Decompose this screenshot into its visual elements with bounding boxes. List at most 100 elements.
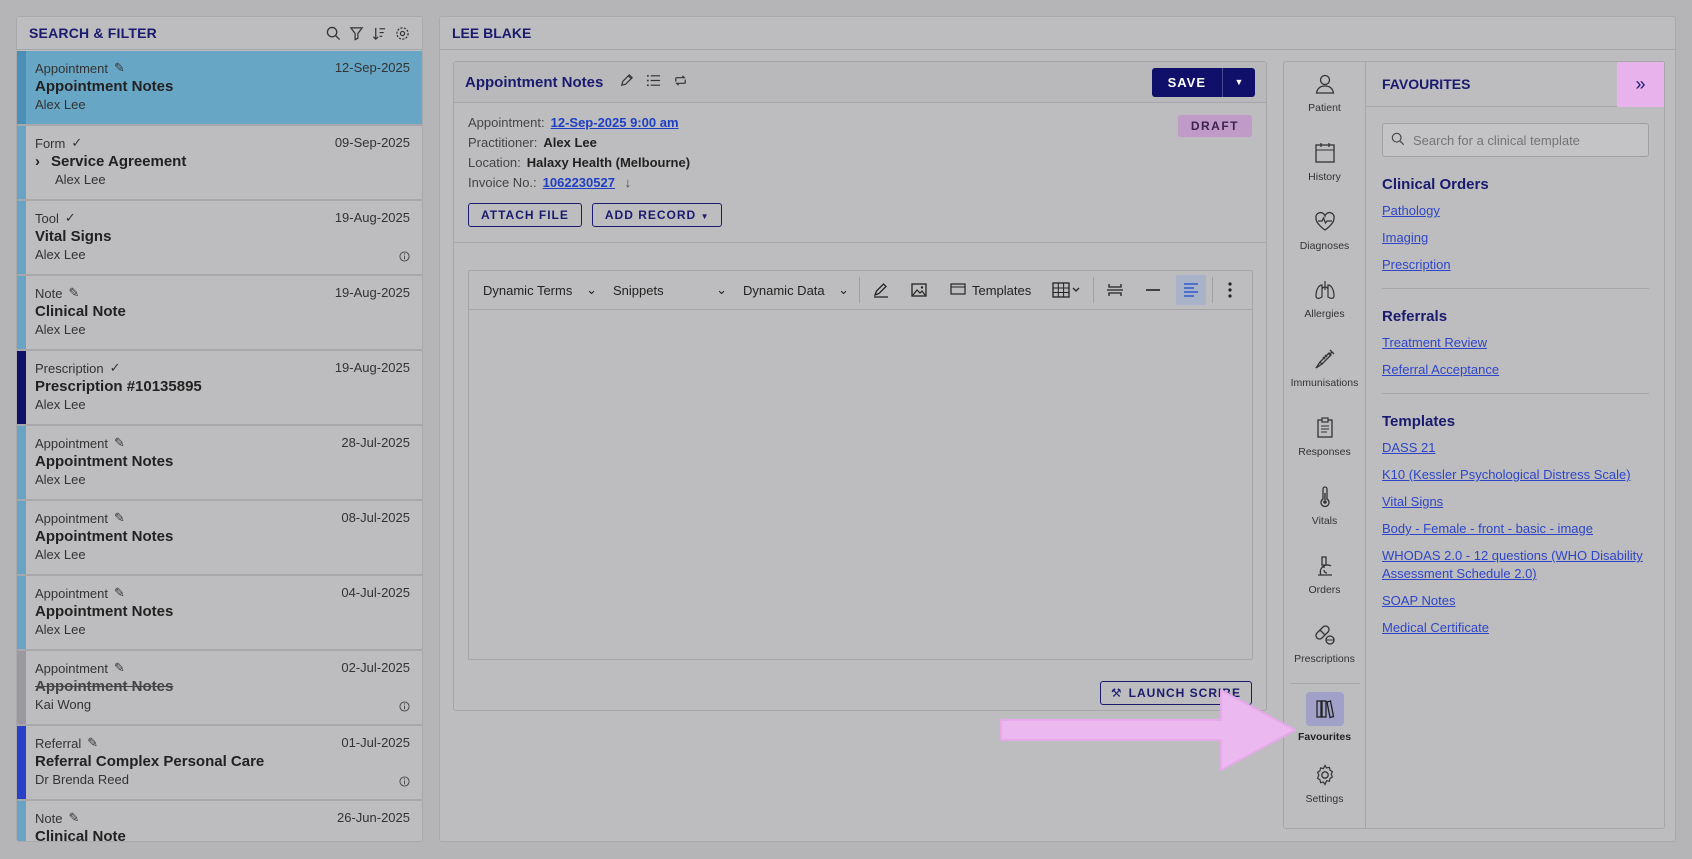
- search-filter-header: SEARCH & FILTER: [17, 17, 422, 50]
- list-item[interactable]: Appointment ✎ 02-Jul-2025 Appointment Note…: [17, 651, 422, 726]
- collapse-panel-button[interactable]: »: [1617, 61, 1664, 107]
- templates-label: Templates: [972, 282, 1032, 298]
- templates-button[interactable]: Templates: [938, 282, 1043, 299]
- rail-divider: [1289, 683, 1360, 685]
- toolbar-divider: [859, 277, 860, 303]
- add-record-button[interactable]: ADD RECORD ▼: [591, 203, 723, 227]
- practitioner-label: Practitioner:: [468, 135, 538, 150]
- favourite-link[interactable]: Imaging: [1382, 229, 1649, 247]
- template-search-input[interactable]: [1413, 132, 1633, 148]
- attach-file-button[interactable]: ATTACH FILE: [468, 203, 582, 227]
- edit-note-icon: ✎: [68, 285, 80, 300]
- item-date: 19-Aug-2025: [334, 285, 410, 300]
- arrow-down-icon[interactable]: ↓: [625, 175, 632, 190]
- list-item[interactable]: Form ✓ 09-Sep-2025 › Service Agreement Alex…: [17, 126, 422, 201]
- list-item[interactable]: Note ✎ 19-Aug-2025 Clinical Note Alex Lee: [17, 276, 422, 351]
- page-break-icon[interactable]: [1096, 271, 1134, 310]
- template-search-box[interactable]: [1382, 123, 1649, 157]
- pencil-icon[interactable]: [619, 73, 634, 91]
- rail-item-prescriptions[interactable]: Prescriptions: [1284, 613, 1366, 682]
- chevron-down-icon: ⌄: [586, 282, 597, 297]
- rail-label: Diagnoses: [1299, 239, 1350, 252]
- dynamic-data-dropdown[interactable]: Dynamic Data ⌄: [735, 282, 857, 298]
- item-type: Appointment: [35, 60, 108, 76]
- table-icon[interactable]: [1043, 271, 1091, 310]
- patient-name: LEE BLAKE: [440, 17, 1675, 50]
- item-date: 04-Jul-2025: [341, 585, 410, 600]
- rail-item-diagnoses[interactable]: Diagnoses: [1284, 200, 1366, 269]
- status-badge: DRAFT: [1177, 115, 1252, 137]
- settings-icon[interactable]: [395, 26, 410, 41]
- item-type: Appointment: [35, 660, 108, 676]
- favourite-link[interactable]: Prescription: [1382, 256, 1649, 274]
- snippets-dropdown[interactable]: Snippets ⌄: [605, 282, 735, 298]
- referrals-section: Referrals Treatment Review Referral Acce…: [1366, 308, 1664, 379]
- list-item[interactable]: Appointment ✎ 28-Jul-2025 Appointment Note…: [17, 426, 422, 501]
- favourite-link[interactable]: WHODAS 2.0 - 12 questions (WHO Disabilit…: [1382, 547, 1649, 583]
- align-left-icon[interactable]: [1176, 275, 1207, 305]
- search-icon[interactable]: [326, 26, 341, 41]
- list-item[interactable]: Appointment ✎ 04-Jul-2025 Appointment Note…: [17, 576, 422, 651]
- note-meta: DRAFT Appointment: 12-Sep-2025 9:00 am Pr…: [454, 103, 1266, 190]
- more-vertical-icon[interactable]: [1215, 271, 1245, 310]
- draw-pen-icon[interactable]: [862, 271, 900, 310]
- chevron-right-icon[interactable]: ›: [35, 153, 45, 170]
- rail-item-patient[interactable]: Patient: [1284, 62, 1366, 131]
- list-item[interactable]: Note ✎ 26-Jun-2025 Clinical Note: [17, 801, 422, 841]
- list-item[interactable]: Tool ✓ 19-Aug-2025 Vital Signs Alex Lee: [17, 201, 422, 276]
- appointment-label: Appointment:: [468, 115, 545, 130]
- divider: [454, 242, 1266, 243]
- rail-label: History: [1308, 170, 1341, 183]
- favourite-link[interactable]: DASS 21: [1382, 439, 1649, 457]
- list-icon[interactable]: [646, 73, 661, 91]
- appointment-link[interactable]: 12-Sep-2025 9:00 am: [551, 115, 679, 130]
- favourite-link[interactable]: K10 (Kessler Psychological Distress Scal…: [1382, 466, 1649, 484]
- favourites-title: FAVOURITES: [1382, 76, 1471, 92]
- note-editor[interactable]: Dynamic Terms ⌄ Snippets ⌄ Dynamic Data ⌄ T…: [468, 270, 1253, 660]
- list-item[interactable]: Appointment ✎ 08-Jul-2025 Appointment Note…: [17, 501, 422, 576]
- invoice-label: Invoice No.:: [468, 175, 537, 190]
- favourite-link[interactable]: Referral Acceptance: [1382, 361, 1649, 379]
- filter-icon[interactable]: [349, 26, 364, 41]
- rail-item-vitals[interactable]: Vitals: [1284, 475, 1366, 544]
- favourite-link[interactable]: Treatment Review: [1382, 334, 1649, 352]
- horizontal-rule-icon[interactable]: [1134, 271, 1172, 310]
- section-heading: Referrals: [1382, 308, 1448, 325]
- item-date: 19-Aug-2025: [334, 360, 410, 375]
- item-date: 01-Jul-2025: [341, 735, 410, 750]
- item-title: Referral Complex Personal Care: [35, 753, 265, 770]
- rail-item-history[interactable]: History: [1284, 131, 1366, 200]
- edit-note-icon: ✎: [114, 660, 125, 675]
- rail-item-responses[interactable]: Responses: [1284, 406, 1366, 475]
- rail-item-allergies[interactable]: Allergies: [1284, 268, 1366, 337]
- repeat-icon[interactable]: [673, 73, 688, 91]
- rail-item-orders[interactable]: Orders: [1284, 544, 1366, 613]
- favourite-link[interactable]: Pathology: [1382, 202, 1649, 220]
- favourite-link[interactable]: SOAP Notes: [1382, 592, 1649, 610]
- toolbar-divider: [1212, 277, 1214, 303]
- item-date: 26-Jun-2025: [337, 810, 410, 825]
- rail-item-immunisations[interactable]: Immunisations: [1284, 337, 1366, 406]
- save-options-dropdown[interactable]: ▼: [1222, 67, 1255, 97]
- sort-icon[interactable]: [372, 26, 387, 41]
- list-item[interactable]: Appointment ✎ 12-Sep-2025 Appointment Note…: [17, 51, 422, 126]
- section-heading: Templates: [1382, 413, 1456, 430]
- favourite-link[interactable]: Medical Certificate: [1382, 619, 1649, 637]
- item-date: 08-Jul-2025: [341, 510, 410, 525]
- search-icon: [1391, 132, 1405, 149]
- info-icon: [399, 776, 410, 787]
- item-type: Appointment: [35, 585, 108, 601]
- dynamic-terms-dropdown[interactable]: Dynamic Terms ⌄: [475, 282, 605, 298]
- favourite-link[interactable]: Body - Female - front - basic - image: [1382, 520, 1649, 538]
- item-color-bar: [17, 501, 26, 574]
- image-icon[interactable]: [900, 271, 938, 310]
- item-practitioner: Alex Lee: [35, 322, 86, 337]
- list-item[interactable]: Referral ✎ 01-Jul-2025 Referral Complex Pe…: [17, 726, 422, 801]
- item-date: 12-Sep-2025: [334, 60, 410, 75]
- list-item[interactable]: Prescription ✓ 19-Aug-2025 Prescription #1…: [17, 351, 422, 426]
- favourite-link[interactable]: Vital Signs: [1382, 493, 1649, 511]
- item-type: Tool: [35, 210, 59, 226]
- save-button[interactable]: SAVE: [1151, 67, 1222, 97]
- invoice-link[interactable]: 1062230527: [543, 175, 615, 190]
- heart-pulse-icon: [1313, 210, 1337, 234]
